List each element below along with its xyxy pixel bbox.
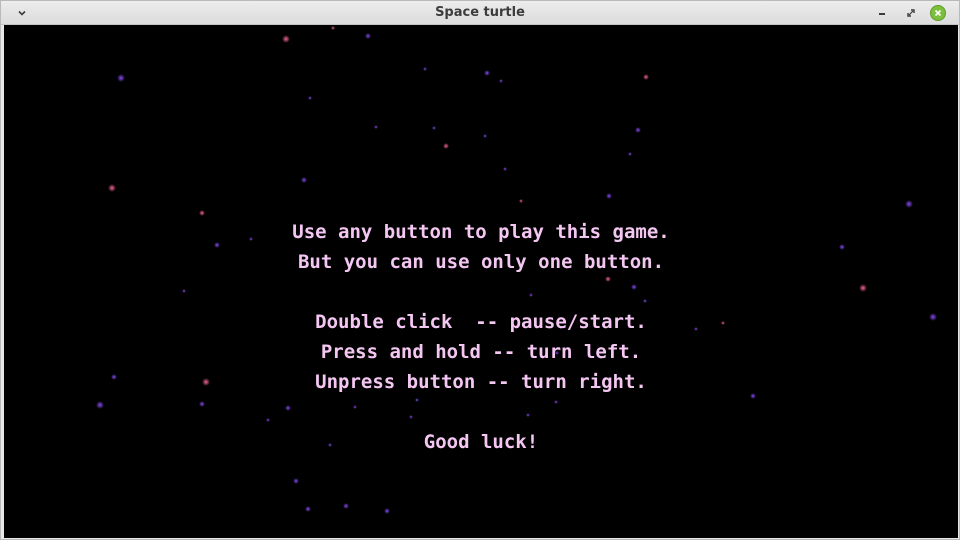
minimize-icon (879, 13, 885, 15)
game-window: Space turtle Use any button to play this… (0, 0, 960, 540)
game-canvas[interactable]: Use any button to play this game. But yo… (4, 25, 958, 538)
instruction-line: Use any button to play this game. (292, 221, 670, 243)
instruction-line: Press and hold -- turn left. (320, 341, 642, 363)
window-menu-button[interactable] (13, 4, 31, 22)
instruction-line: Unpress button -- turn right. (315, 371, 647, 393)
instruction-line: But you can use only one button. (297, 251, 665, 273)
maximize-button[interactable] (902, 4, 920, 22)
minimize-button[interactable] (873, 4, 891, 22)
good-luck-text: Good luck! (423, 431, 539, 453)
instruction-line: Double click -- pause/start. (315, 311, 647, 333)
title-bar[interactable]: Space turtle (1, 1, 959, 25)
restore-icon (907, 9, 915, 17)
close-icon (930, 5, 946, 21)
chevron-down-icon (18, 10, 26, 16)
close-button[interactable] (929, 4, 947, 22)
instructions-text: Use any button to play this game. But yo… (4, 217, 958, 457)
window-title: Space turtle (435, 5, 525, 20)
